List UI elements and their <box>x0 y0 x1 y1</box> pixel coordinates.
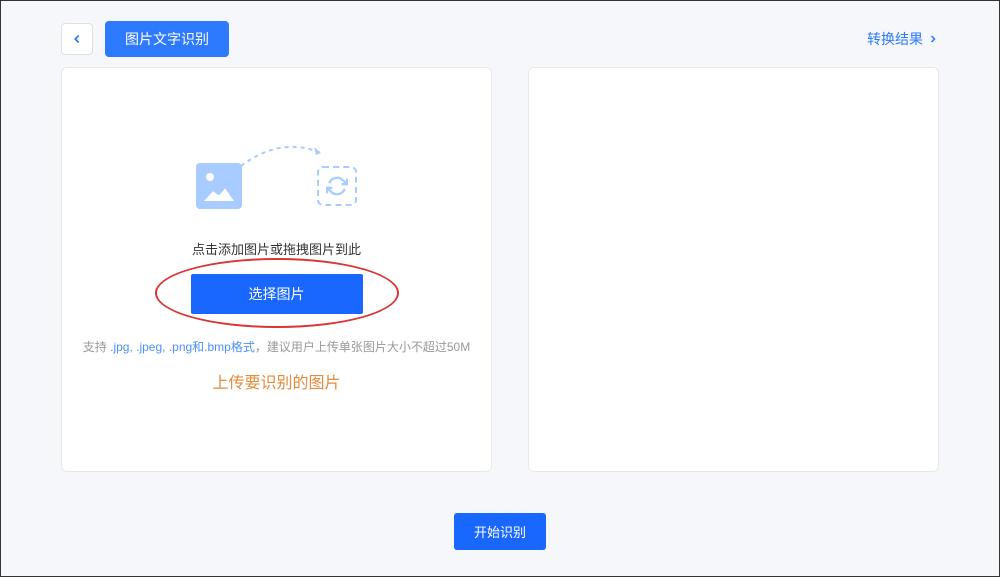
refresh-icon <box>326 175 348 197</box>
upload-annotation: 上传要识别的图片 <box>212 369 340 393</box>
arrow-icon <box>236 141 331 171</box>
result-panel <box>528 67 939 472</box>
upload-panel[interactable]: 点击添加图片或拖拽图片到此 选择图片 支持 .jpg, .jpeg, .png和… <box>61 67 492 472</box>
format-hint-prefix: 支持 <box>83 340 110 354</box>
start-recognition-button[interactable]: 开始识别 <box>454 513 546 550</box>
app-container: 图片文字识别 转换结果 <box>0 0 1000 577</box>
back-button[interactable] <box>61 23 93 55</box>
upload-instruction: 点击添加图片或拖拽图片到此 <box>192 239 361 258</box>
select-button-wrap: 选择图片 <box>191 274 363 314</box>
result-link-label: 转换结果 <box>867 29 923 49</box>
refresh-box <box>317 166 357 206</box>
header: 图片文字识别 转换结果 <box>1 1 999 67</box>
upload-icon-area <box>196 163 357 209</box>
page-title-button[interactable]: 图片文字识别 <box>105 21 229 57</box>
format-hint-formats: .jpg, .jpeg, .png和.bmp格式 <box>110 340 255 354</box>
format-hint-suffix: ，建议用户上传单张图片大小不超过50M <box>255 340 470 354</box>
header-left: 图片文字识别 <box>61 21 229 57</box>
format-hint: 支持 .jpg, .jpeg, .png和.bmp格式，建议用户上传单张图片大小… <box>83 338 470 355</box>
select-image-button[interactable]: 选择图片 <box>191 274 363 314</box>
chevron-left-icon <box>70 32 84 46</box>
chevron-right-icon <box>927 33 939 45</box>
footer: 开始识别 <box>1 497 999 576</box>
result-link[interactable]: 转换结果 <box>867 29 939 49</box>
content-area: 点击添加图片或拖拽图片到此 选择图片 支持 .jpg, .jpeg, .png和… <box>1 67 999 497</box>
